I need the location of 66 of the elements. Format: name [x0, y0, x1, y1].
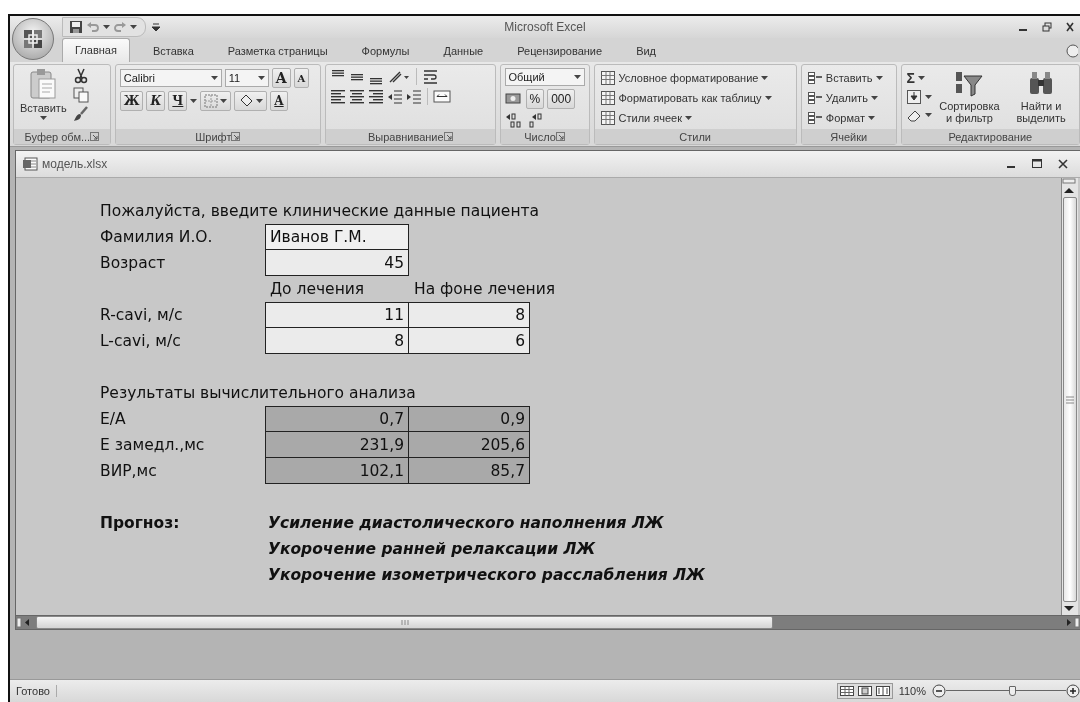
- result-cell: 102,1: [265, 457, 409, 484]
- input-cell[interactable]: 8: [408, 302, 530, 328]
- row-label: R-cavi, м/с: [99, 305, 184, 326]
- result-cell: 205,6: [408, 431, 530, 458]
- format-as-table-button[interactable]: Форматировать как таблицу: [598, 88, 773, 107]
- ribbon-tab[interactable]: Вставка: [141, 40, 205, 62]
- sheet-text: Пожалуйста, введите клинические данные пациента: [99, 201, 541, 222]
- format-cells-button[interactable]: Формат: [805, 108, 884, 127]
- group-label: Выравнивание: [367, 130, 444, 143]
- section-title: Результаты вычислительного анализа: [99, 383, 417, 404]
- result-cell: 0,9: [408, 406, 530, 432]
- prognosis-text: Укорочение изометрического расслабления ЛЖ: [267, 565, 706, 586]
- group-label: Число: [524, 130, 556, 143]
- insert-cells-button[interactable]: Вставить: [805, 68, 884, 87]
- zoom-level[interactable]: 110%: [898, 685, 926, 697]
- group-label: Ячейки: [830, 130, 868, 143]
- prognosis-label: Прогноз:: [99, 513, 181, 534]
- font-color-button[interactable]: A: [270, 91, 288, 111]
- input-cell[interactable]: 11: [265, 302, 409, 328]
- result-cell: 0,7: [265, 406, 409, 432]
- ribbon-tab[interactable]: Рецензирование: [506, 40, 614, 62]
- status-text: Готово: [16, 685, 57, 697]
- autosum-button[interactable]: Σ: [905, 68, 932, 87]
- percent-button[interactable]: %: [525, 89, 545, 109]
- number-format-field[interactable]: Общий: [504, 68, 585, 86]
- underline-button[interactable]: Ч: [168, 91, 188, 111]
- conditional-formatting-button[interactable]: Условное форматирование: [598, 68, 773, 87]
- ribbon-tab[interactable]: Вид: [625, 40, 668, 62]
- row-label: E/A: [99, 409, 127, 430]
- row-label: Возраст: [99, 253, 167, 274]
- italic-button[interactable]: К: [146, 91, 166, 111]
- document-title: модель.xlsx: [42, 157, 108, 171]
- result-cell: 85,7: [408, 457, 530, 484]
- window-title: Microsoft Excel: [504, 20, 586, 34]
- bold-button[interactable]: Ж: [119, 91, 144, 111]
- ribbon-tab[interactable]: Формулы: [350, 40, 421, 62]
- column-header: До лечения: [269, 279, 366, 300]
- group-label: Шрифт: [195, 130, 232, 143]
- group-label: Буфер обм...: [24, 130, 91, 143]
- cell-styles-button[interactable]: Стили ячеек: [598, 108, 773, 127]
- thousands-button[interactable]: 000: [547, 89, 576, 109]
- sort-filter-button[interactable]: Сортировка и фильтр: [935, 68, 1004, 129]
- result-cell: 231,9: [265, 431, 409, 458]
- group-label: Редактирование: [948, 130, 1033, 143]
- shrink-font-button[interactable]: A: [293, 68, 310, 88]
- prognosis-text: Укорочение ранней релаксации ЛЖ: [267, 539, 597, 560]
- find-select-button[interactable]: Найти и выделить: [1007, 68, 1075, 129]
- delete-cells-button[interactable]: Удалить: [805, 88, 884, 107]
- row-label: E замедл.,мс: [99, 435, 206, 456]
- row-label: L-cavi, м/с: [99, 331, 182, 352]
- input-cell[interactable]: 6: [408, 327, 530, 354]
- column-header: На фоне лечения: [413, 279, 557, 300]
- ribbon-tab[interactable]: Данные: [432, 40, 495, 62]
- grow-font-button[interactable]: A: [271, 68, 291, 88]
- ribbon-tab[interactable]: Главная: [62, 38, 130, 62]
- row-label: ВИР,мс: [99, 461, 158, 482]
- group-label: Стили: [679, 130, 712, 143]
- row-label: Фамилия И.О.: [99, 227, 214, 248]
- prognosis-text: Усиление диастолического наполнения ЛЖ: [267, 513, 665, 534]
- input-cell[interactable]: 8: [265, 327, 409, 354]
- font-size-field[interactable]: 11: [224, 69, 269, 87]
- name-field[interactable]: Иванов Г.М.: [265, 224, 409, 250]
- age-field[interactable]: 45: [265, 249, 409, 276]
- ribbon-tab[interactable]: Разметка страницы: [216, 40, 339, 62]
- paste-button[interactable]: Вставить: [18, 68, 69, 129]
- font-name-field[interactable]: Calibri: [119, 69, 222, 87]
